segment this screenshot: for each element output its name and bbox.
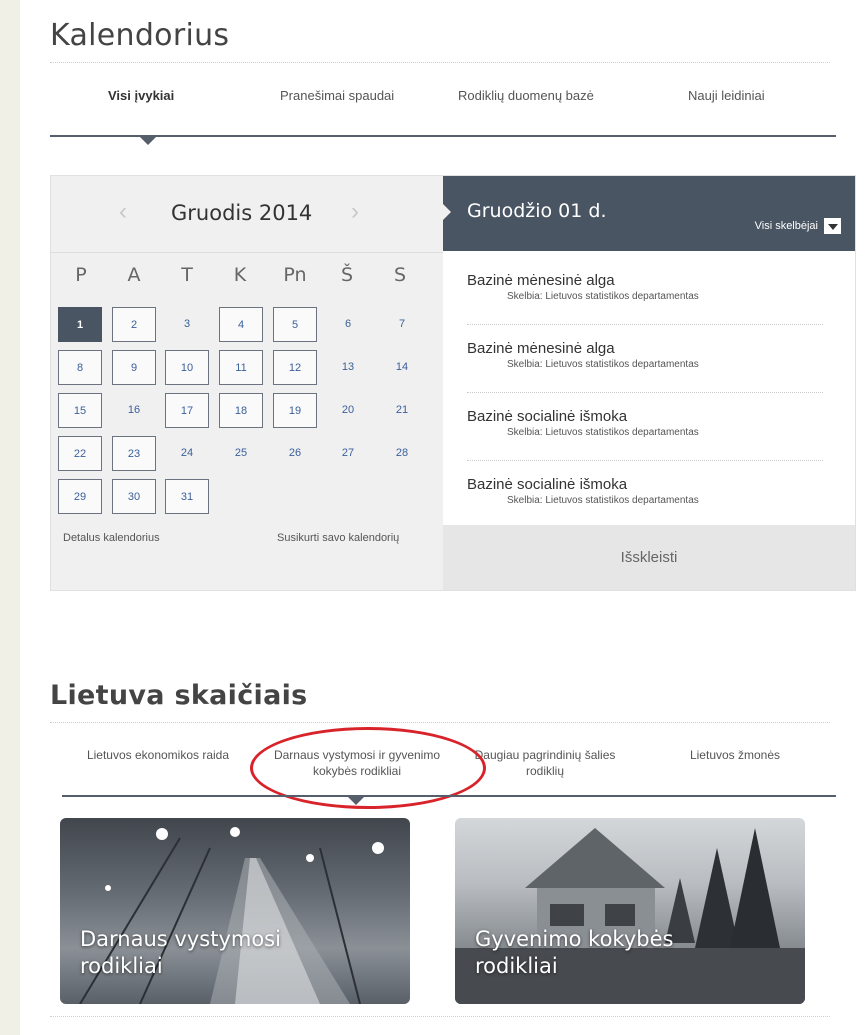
calendar-day[interactable]: 7 <box>380 307 424 342</box>
event-item: Bazinė socialinė išmoka Skelbia: Lietuvo… <box>467 476 823 506</box>
event-item: Bazinė socialinė išmoka Skelbia: Lietuvo… <box>467 408 823 438</box>
calendar-day[interactable]: 13 <box>326 350 370 385</box>
event-divider <box>467 392 823 393</box>
card-quality-of-life[interactable]: Gyvenimo kokybės rodikliai <box>455 818 805 1004</box>
calendar-day[interactable]: 14 <box>380 350 424 385</box>
weekday-label: S <box>393 264 407 286</box>
event-title[interactable]: Bazinė socialinė išmoka <box>467 408 823 425</box>
weekday-label: K <box>233 264 247 286</box>
tab-underline <box>62 795 836 797</box>
weekday-label: Pn <box>283 264 307 286</box>
card-sustainable-development[interactable]: Darnaus vystymosi rodikliai <box>60 818 410 1004</box>
expand-button[interactable]: Išskleisti <box>443 525 855 590</box>
calendar-day[interactable]: 24 <box>165 436 209 471</box>
event-title[interactable]: Bazinė mėnesinė alga <box>467 272 823 289</box>
calendar-day[interactable]: 12 <box>273 350 317 385</box>
event-source: Skelbia: Lietuvos statistikos departamen… <box>507 495 699 506</box>
calendar-day[interactable]: 25 <box>219 436 263 471</box>
month-label: Gruodis 2014 <box>171 201 313 225</box>
event-panel: Gruodžio 01 d. Visi skelbėjai Bazinė mėn… <box>442 176 855 590</box>
calendar-day[interactable]: 18 <box>219 393 263 428</box>
event-item: Bazinė mėnesinė alga Skelbia: Lietuvos s… <box>467 272 823 302</box>
tab-lithuanian-people[interactable]: Lietuvos žmonės <box>670 747 800 763</box>
calendar-day[interactable]: 6 <box>326 307 370 342</box>
weekday-label: P <box>75 264 87 286</box>
card-caption-line: Darnaus vystymosi <box>80 927 281 951</box>
panel-notch <box>442 203 451 221</box>
calendar-day[interactable]: 9 <box>112 350 156 385</box>
event-panel-header: Gruodžio 01 d. Visi skelbėjai <box>443 176 855 251</box>
divider <box>50 1016 830 1017</box>
calendar-section-title: Kalendorius <box>50 18 230 53</box>
calendar-day[interactable]: 3 <box>165 307 209 342</box>
event-title[interactable]: Bazinė mėnesinė alga <box>467 340 823 357</box>
event-source: Skelbia: Lietuvos statistikos departamen… <box>507 359 699 370</box>
event-title[interactable]: Bazinė socialinė išmoka <box>467 476 823 493</box>
calendar-day-selected[interactable]: 1 <box>58 307 102 342</box>
publisher-filter-dropdown[interactable]: Visi skelbėjai <box>755 218 841 234</box>
calendar-day[interactable]: 27 <box>326 436 370 471</box>
prev-month-button[interactable]: ‹ <box>119 198 127 226</box>
event-source: Skelbia: Lietuvos statistikos departamen… <box>507 291 699 302</box>
weekday-label: A <box>127 264 141 286</box>
calendar-day[interactable]: 23 <box>112 436 156 471</box>
lietuva-section-title: Lietuva skaičiais <box>50 680 308 711</box>
tab-indicator-database[interactable]: Rodiklių duomenų bazė <box>458 88 594 103</box>
calendar-day[interactable]: 30 <box>112 479 156 514</box>
calendar-day[interactable]: 5 <box>273 307 317 342</box>
calendar-day[interactable]: 21 <box>380 393 424 428</box>
event-item: Bazinė mėnesinė alga Skelbia: Lietuvos s… <box>467 340 823 370</box>
calendar-day[interactable]: 8 <box>58 350 102 385</box>
publisher-filter-label: Visi skelbėjai <box>754 220 818 232</box>
month-calendar: ‹ Gruodis 2014 › P A T K Pn Š S 1 2 3 4 … <box>51 176 443 590</box>
tab-economy-development[interactable]: Lietuvos ekonomikos raida <box>68 747 248 763</box>
calendar-day[interactable]: 17 <box>165 393 209 428</box>
detailed-calendar-link[interactable]: Detalus kalendorius <box>63 532 160 544</box>
page: Kalendorius Visi įvykiai Pranešimai spau… <box>20 0 866 1035</box>
card-caption-line: rodikliai <box>80 954 163 978</box>
active-tab-pointer <box>140 137 156 145</box>
calendar-day[interactable]: 2 <box>112 307 156 342</box>
tab-underline <box>50 135 836 137</box>
weekday-label: T <box>181 264 193 286</box>
event-divider <box>467 460 823 461</box>
tab-press-releases[interactable]: Pranešimai spaudai <box>280 88 394 103</box>
calendar-day[interactable]: 19 <box>273 393 317 428</box>
tab-all-events[interactable]: Visi įvykiai <box>108 88 174 103</box>
calendar-day[interactable]: 4 <box>219 307 263 342</box>
tab-more-indicators[interactable]: Daugiau pagrindinių šalies rodiklių <box>460 747 630 779</box>
chevron-down-icon <box>824 218 841 234</box>
selected-date-label: Gruodžio 01 d. <box>467 200 607 222</box>
calendar-day[interactable]: 10 <box>165 350 209 385</box>
calendar-day[interactable]: 31 <box>165 479 209 514</box>
calendar-day[interactable]: 11 <box>219 350 263 385</box>
card-caption-line: rodikliai <box>475 954 558 978</box>
divider <box>50 722 830 723</box>
event-source: Skelbia: Lietuvos statistikos departamen… <box>507 427 699 438</box>
calendar-day[interactable]: 26 <box>273 436 317 471</box>
calendar-day[interactable]: 20 <box>326 393 370 428</box>
calendar-divider <box>51 252 443 253</box>
calendar-widget: ‹ Gruodis 2014 › P A T K Pn Š S 1 2 3 4 … <box>50 175 856 591</box>
card-caption: Darnaus vystymosi rodikliai <box>80 926 281 980</box>
tab-new-publications[interactable]: Nauji leidiniai <box>688 88 765 103</box>
divider <box>50 62 830 63</box>
calendar-day[interactable]: 16 <box>112 393 156 428</box>
calendar-day[interactable]: 15 <box>58 393 102 428</box>
calendar-day[interactable]: 22 <box>58 436 102 471</box>
card-caption-line: Gyvenimo kokybės <box>475 927 674 951</box>
calendar-day[interactable]: 28 <box>380 436 424 471</box>
create-calendar-link[interactable]: Susikurti savo kalendorių <box>277 532 399 544</box>
card-caption: Gyvenimo kokybės rodikliai <box>475 926 673 980</box>
weekday-label: Š <box>340 264 354 286</box>
event-divider <box>467 324 823 325</box>
calendar-day[interactable]: 29 <box>58 479 102 514</box>
next-month-button[interactable]: › <box>351 198 359 226</box>
active-tab-pointer <box>348 797 364 805</box>
